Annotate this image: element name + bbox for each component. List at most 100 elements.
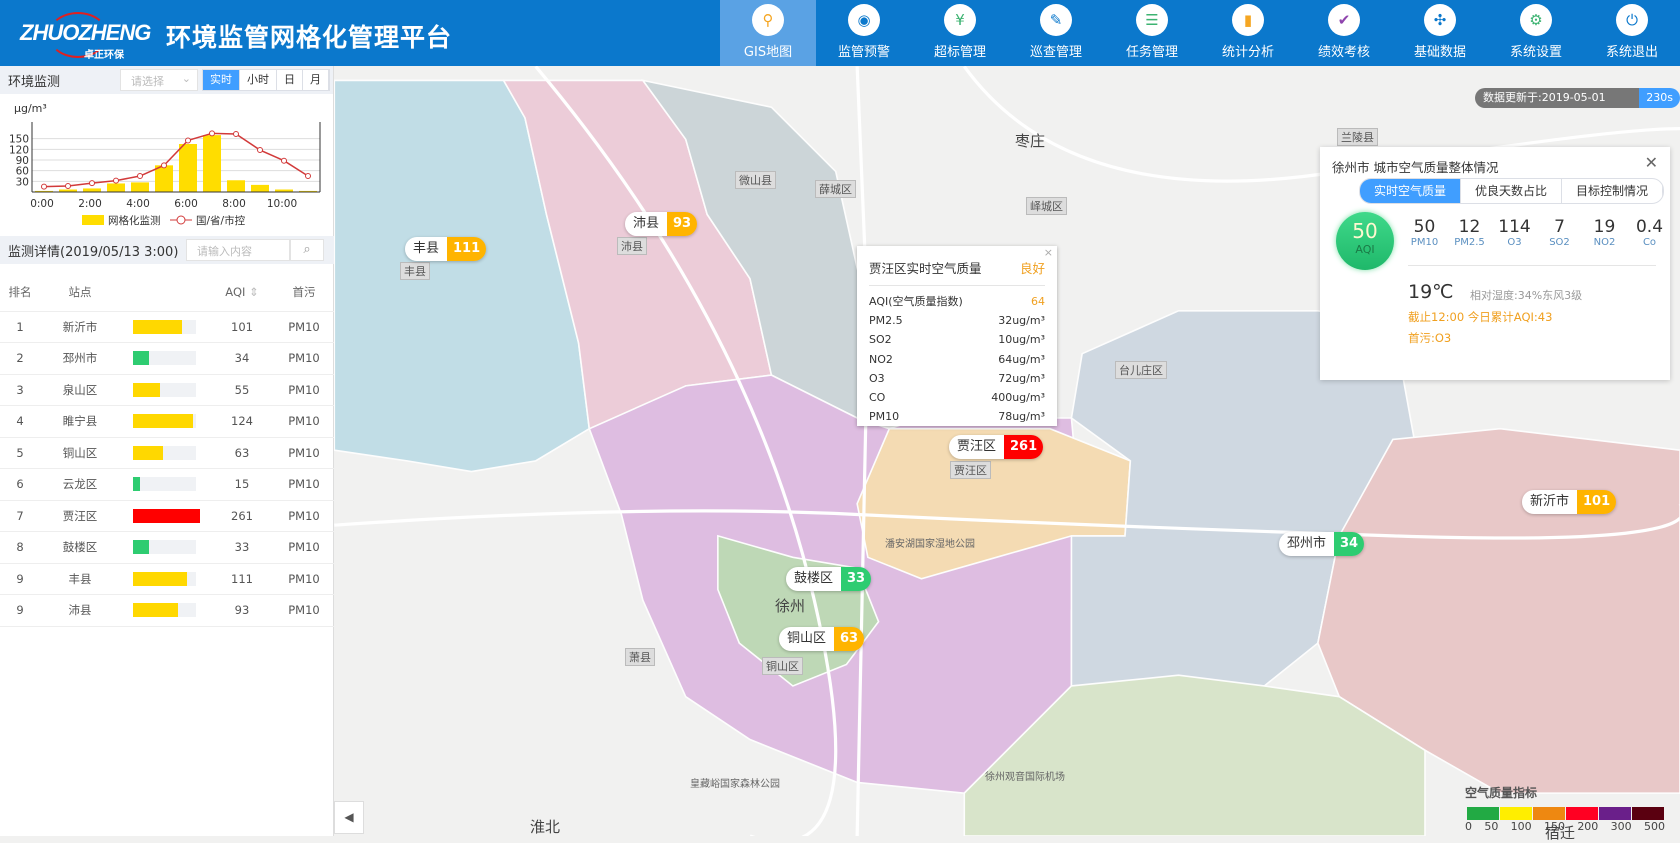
period-hour[interactable]: 小时 <box>240 70 277 90</box>
nav-power[interactable]: ⏻ 系统退出 <box>1584 0 1680 66</box>
nav-camera[interactable]: ◉ 监管预警 <box>816 0 912 66</box>
nav-label: 监管预警 <box>837 45 890 60</box>
legend-title: 空气质量指标 <box>1465 786 1538 800</box>
line-point <box>305 173 311 179</box>
pollutant-value: 400ug/m³ <box>991 390 1045 404</box>
x-tick-label: 8:00 <box>222 198 246 210</box>
bar <box>203 135 221 192</box>
close-icon[interactable]: ✕ <box>1645 153 1658 172</box>
site: 丰县 <box>40 563 120 595</box>
marker-xinyi[interactable]: 新沂市 101 <box>1522 490 1617 514</box>
aqi-bar-fill <box>133 571 187 586</box>
tab-target-control[interactable]: 目标控制情况 <box>1562 179 1664 203</box>
marker-fengxian[interactable]: 丰县 111 <box>405 237 487 261</box>
table-row[interactable]: 2 邳州市 34 PM10 <box>0 342 334 375</box>
marker-gulou[interactable]: 鼓楼区 33 <box>786 567 872 591</box>
aqi-bar-fill <box>133 414 193 429</box>
marker-name: 沛县 <box>625 212 668 236</box>
collapse-panel-button[interactable]: ◀ <box>334 801 364 834</box>
marker-jiawang[interactable]: 贾汪区 261 <box>949 435 1044 459</box>
pollutant-name: PM2.5 <box>869 314 903 328</box>
aqi: 34 <box>210 342 274 375</box>
nav-flashlight[interactable]: ✎ 巡查管理 <box>1008 0 1104 66</box>
network-icon: ✣ <box>1424 4 1456 36</box>
map-label: 峄城区 <box>1026 197 1067 215</box>
pollutant-item: 12 PM2.5 <box>1447 217 1492 248</box>
legend-line-marker <box>176 215 186 225</box>
nav-document[interactable]: ¥ 超标管理 <box>912 0 1008 66</box>
refresh-countdown[interactable]: 230s <box>1639 88 1680 108</box>
col-aqi[interactable]: AQI ⇕ <box>210 273 274 312</box>
map-label: 枣庄 <box>1015 132 1046 150</box>
legend-swatch <box>1467 807 1499 820</box>
period-realtime[interactable]: 实时 <box>203 70 240 90</box>
table-row[interactable]: 9 丰县 111 PM10 <box>0 563 334 595</box>
y-tick-label: 30 <box>16 176 29 188</box>
site: 新沂市 <box>40 311 120 343</box>
marker-tongshan[interactable]: 铜山区 63 <box>779 627 865 651</box>
chart-unit: μg/m³ <box>14 102 47 115</box>
primary-pollutant: PM10 <box>274 405 334 438</box>
pollutant-name: O3 <box>869 371 885 385</box>
humidity-wind: 相对湿度:34%东风3级 <box>1470 289 1583 302</box>
primary-pollutant: 首污:O3 <box>1408 331 1452 345</box>
pollutant-value: 19 <box>1593 217 1616 237</box>
pollutant-name: NO2 <box>1593 237 1616 248</box>
pollutant-name: AQI(空气质量指数) <box>869 295 963 308</box>
pollutant-value: 12 <box>1458 217 1481 237</box>
nav-gear[interactable]: ⚙ 系统设置 <box>1488 0 1584 66</box>
table-row[interactable]: 3 泉山区 55 PM10 <box>0 374 334 406</box>
aqi-bar <box>133 319 196 334</box>
nav-clipboard-check[interactable]: ✔ 绩效考核 <box>1296 0 1392 66</box>
pollutant-name: NO2 <box>869 352 893 366</box>
nav-network[interactable]: ✣ 基础数据 <box>1392 0 1488 66</box>
station-select[interactable]: 请选择 ⌄ <box>120 69 198 91</box>
primary-pollutant: PM10 <box>274 374 334 406</box>
table-row[interactable]: 5 铜山区 63 PM10 <box>0 437 334 469</box>
table-row[interactable]: 4 睢宁县 124 PM10 <box>0 405 334 438</box>
primary-pollutant: PM10 <box>274 594 334 627</box>
section-title: 监测详情(2019/05/13 3:00) <box>8 244 179 260</box>
nav-label: 超标管理 <box>933 45 986 60</box>
sort-icon[interactable]: ⇕ <box>249 285 259 299</box>
table-row[interactable]: 9 沛县 93 PM10 <box>0 594 334 627</box>
tab-good-days-ratio[interactable]: 优良天数占比 <box>1461 179 1563 203</box>
period-day[interactable]: 日 <box>277 70 303 90</box>
bar <box>179 144 197 192</box>
col-bar <box>120 273 210 312</box>
x-tick-label: 0:00 <box>30 198 54 210</box>
close-icon[interactable]: × <box>1044 246 1053 259</box>
pollutant-item: 114 O3 <box>1492 217 1537 248</box>
table-row[interactable]: 1 新沂市 101 PM10 <box>0 311 334 343</box>
line-point <box>89 180 95 187</box>
marker-pizhou[interactable]: 邳州市 34 <box>1279 532 1365 556</box>
period-month[interactable]: 月 <box>303 70 329 90</box>
table-row[interactable]: 7 贾汪区 261 PM10 <box>0 500 334 532</box>
search-button[interactable]: ⌕ <box>290 239 324 261</box>
popup-row: CO 400ug/m³ <box>869 388 1045 407</box>
aqi-bar <box>133 351 196 366</box>
primary-pollutant: PM10 <box>274 437 334 469</box>
popup-row: PM10 78ug/m³ <box>869 407 1045 426</box>
search-input[interactable]: 请输入内容 <box>186 239 290 261</box>
table-row[interactable]: 6 云龙区 15 PM10 <box>0 468 334 501</box>
popup-row: AQI(空气质量指数) 64 <box>869 292 1045 311</box>
marker-peixian[interactable]: 沛县 93 <box>625 212 698 236</box>
line-point <box>281 157 287 164</box>
marker-name: 邳州市 <box>1279 532 1335 556</box>
nav-map-pin[interactable]: ⚲ GIS地图 <box>720 0 816 66</box>
line-point <box>137 173 143 179</box>
y-tick-label: 150 <box>9 134 29 146</box>
rank: 9 <box>0 594 40 627</box>
update-time-badge: 数据更新于:2019-05-01 13:00230s <box>1475 88 1680 108</box>
pollutant-name: O3 <box>1507 237 1522 248</box>
table-row[interactable]: 8 鼓楼区 33 PM10 <box>0 531 334 564</box>
nav-bar-chart[interactable]: ▮ 统计分析 <box>1200 0 1296 66</box>
nav-list[interactable]: ☰ 任务管理 <box>1104 0 1200 66</box>
tab-realtime[interactable]: 实时空气质量 <box>1360 179 1462 203</box>
legend-tick: 50 <box>1484 820 1499 833</box>
env-monitor-header: 环境监测 请选择 ⌄ 实时 小时 日 月 <box>0 66 333 94</box>
map-label: 丰县 <box>400 262 430 280</box>
line-point <box>257 147 263 154</box>
map-label: 徐州 <box>775 597 806 615</box>
